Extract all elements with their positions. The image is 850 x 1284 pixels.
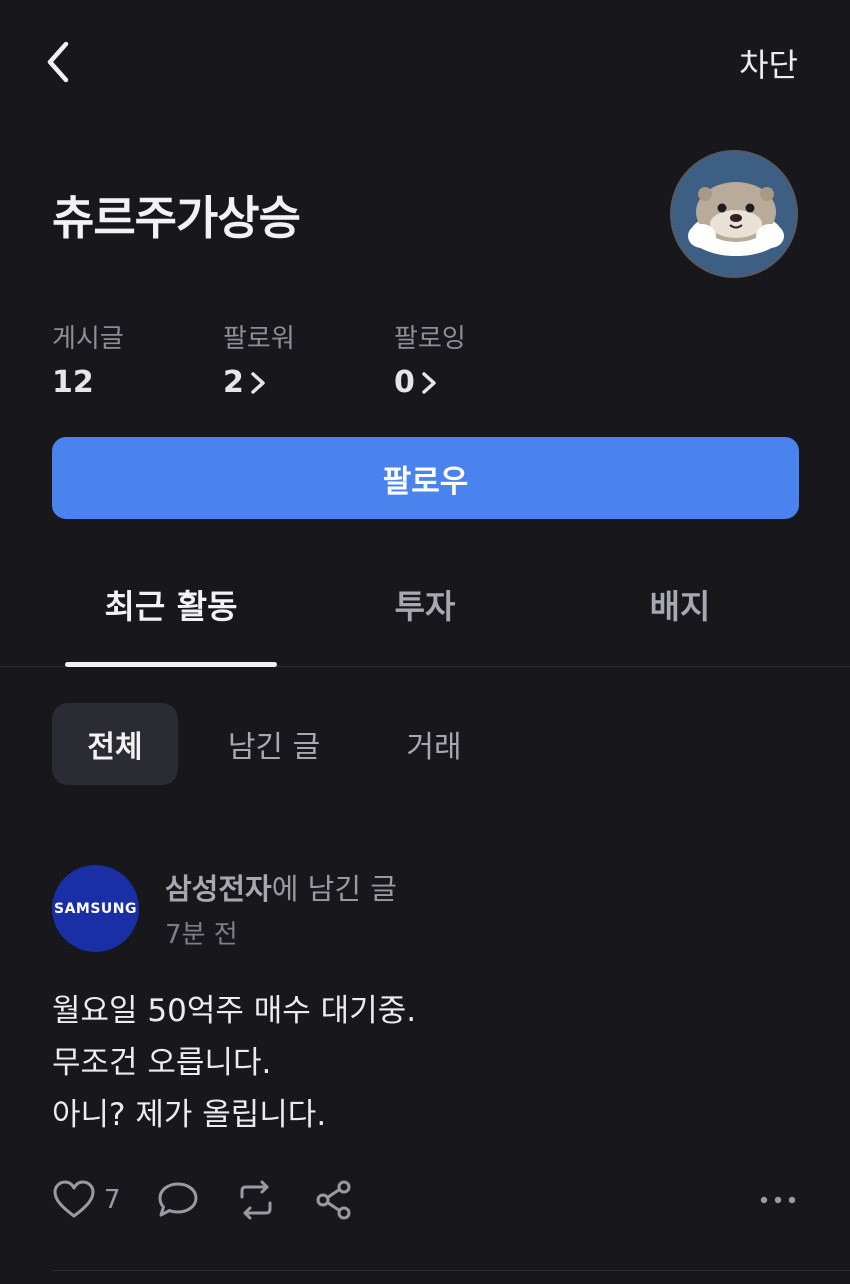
stock-logo-text: SAMSUNG (53, 900, 137, 917)
repost-button[interactable] (233, 1178, 279, 1222)
tab-investment[interactable]: 투자 (320, 580, 530, 628)
tab-recent-activity[interactable]: 최근 활동 (65, 580, 277, 628)
stock-logo[interactable]: SAMSUNG (52, 865, 139, 952)
like-button[interactable]: 7 (52, 1178, 121, 1222)
stat-posts-value: 12 (52, 365, 94, 400)
stat-followers-value: 2 (223, 365, 244, 400)
more-dots-icon (760, 1196, 796, 1204)
more-options-button[interactable] (758, 1178, 798, 1222)
post-meta: 삼성전자에 남긴 글 (165, 866, 397, 908)
stat-followers[interactable]: 팔로워 2 (223, 318, 295, 400)
post-divider (52, 1270, 850, 1271)
stat-following-value: 0 (394, 365, 415, 400)
block-button[interactable]: 차단 (739, 40, 798, 86)
back-arrow-icon (47, 41, 69, 83)
back-button[interactable] (38, 38, 82, 86)
stat-posts-label: 게시글 (52, 324, 124, 354)
share-button[interactable] (313, 1178, 355, 1222)
stock-name-link[interactable]: 삼성전자 (165, 872, 272, 906)
stat-following[interactable]: 팔로잉 0 (394, 318, 466, 400)
heart-icon (53, 1180, 95, 1218)
post-line: 월요일 50억주 매수 대기중. (52, 993, 417, 1029)
repost-icon (240, 1180, 272, 1220)
chevron-right-icon (251, 371, 265, 394)
comment-button[interactable] (156, 1178, 200, 1222)
stat-following-label: 팔로잉 (394, 324, 466, 354)
profile-name: 츄르주가상승 (52, 191, 301, 245)
otter-avatar-icon (688, 182, 784, 256)
filter-all[interactable]: 전체 (52, 703, 178, 785)
post-body[interactable]: 월요일 50억주 매수 대기중. 무조건 오릅니다. 아니? 제가 올립니다. (52, 985, 792, 1141)
filter-trades[interactable]: 거래 (370, 703, 498, 785)
share-icon (316, 1180, 351, 1220)
tab-active-indicator (65, 662, 277, 667)
chevron-right-icon (422, 371, 436, 394)
stat-followers-label: 팔로워 (223, 324, 295, 354)
avatar (670, 150, 798, 278)
tab-badges[interactable]: 배지 (575, 580, 785, 628)
stat-posts: 게시글 12 (52, 318, 124, 400)
comment-icon (158, 1182, 198, 1217)
post-timestamp: 7분 전 (165, 920, 238, 950)
filter-posts[interactable]: 남긴 글 (206, 703, 342, 785)
follow-button[interactable]: 팔로우 (52, 437, 799, 519)
post-meta-suffix: 에 남긴 글 (271, 872, 397, 906)
post-line: 아니? 제가 올립니다. (52, 1097, 327, 1133)
like-count: 7 (104, 1185, 121, 1215)
post-line: 무조건 오릅니다. (52, 1045, 272, 1081)
